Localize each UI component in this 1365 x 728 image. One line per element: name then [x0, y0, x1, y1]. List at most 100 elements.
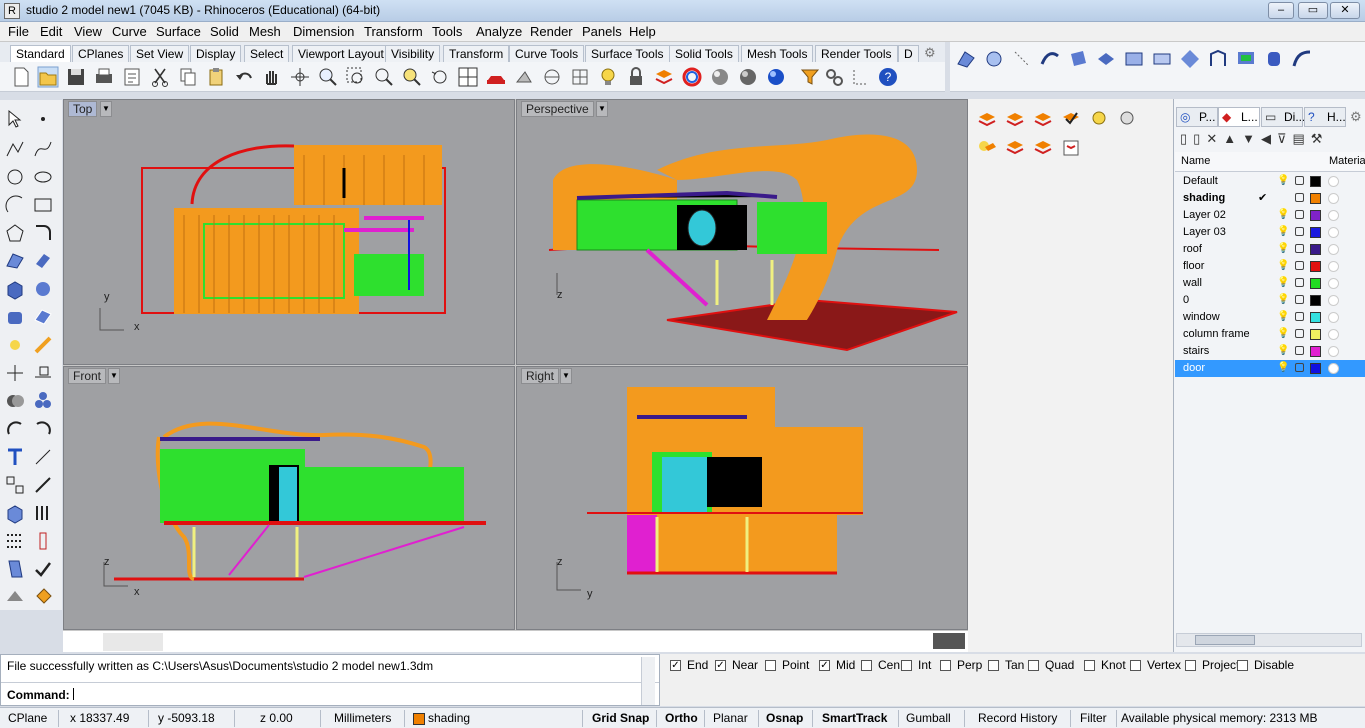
viewport-right[interactable]: z y Right ▼: [516, 366, 968, 630]
layer-lock-icon[interactable]: [1295, 346, 1304, 355]
layer-name[interactable]: door: [1183, 360, 1205, 376]
surface-tool-icon[interactable]: [955, 48, 977, 70]
tab-curve-tools[interactable]: Curve Tools: [509, 45, 585, 62]
new-sublayer-icon[interactable]: ▯: [1193, 131, 1206, 146]
material-editor-icon[interactable]: [976, 109, 998, 131]
menu-edit[interactable]: Edit: [40, 24, 62, 39]
save-icon[interactable]: [65, 66, 87, 88]
render-icon[interactable]: [765, 66, 787, 88]
blend-surface-icon[interactable]: [1207, 48, 1229, 70]
gumball-options-icon[interactable]: [850, 66, 872, 88]
light-icon[interactable]: [4, 334, 26, 356]
rendered-sphere-icon[interactable]: [737, 66, 759, 88]
rotate-view-icon[interactable]: [289, 66, 311, 88]
cplane-icon[interactable]: [541, 66, 563, 88]
layer-lock-icon[interactable]: [1295, 278, 1304, 287]
rhino-app-icon[interactable]: R: [4, 3, 20, 19]
menu-transform[interactable]: Transform: [364, 24, 423, 39]
status-cplane[interactable]: CPlane: [8, 711, 47, 725]
osnap-checkbox-vertex[interactable]: [1130, 660, 1141, 671]
select-arrow-icon[interactable]: [4, 108, 26, 130]
viewport-perspective-menu-arrow[interactable]: ▼: [596, 101, 608, 117]
layer-visibility-bulb-icon[interactable]: 💡: [1277, 360, 1289, 376]
viewport-title-perspective[interactable]: Perspective: [521, 101, 594, 117]
render-settings-icon[interactable]: [1060, 137, 1082, 159]
layer-name[interactable]: stairs: [1183, 343, 1209, 359]
block-icon[interactable]: [4, 502, 26, 524]
layer-row[interactable]: shading ✔: [1175, 190, 1365, 207]
four-viewports-icon[interactable]: [457, 66, 479, 88]
rotate-3d-icon[interactable]: [32, 418, 54, 440]
osnap-label-end[interactable]: End: [687, 658, 708, 672]
osnap-checkbox-disable[interactable]: [1237, 660, 1248, 671]
layer-visibility-bulb-icon[interactable]: 💡: [1277, 275, 1289, 291]
layer-name[interactable]: column frame: [1183, 326, 1250, 342]
layer-lock-icon[interactable]: [1295, 227, 1304, 236]
array-icon[interactable]: [32, 502, 54, 524]
layer-visibility-bulb-icon[interactable]: 💡: [1277, 224, 1289, 240]
material-library-icon[interactable]: [1032, 109, 1054, 131]
scrollbar-thumb[interactable]: [1195, 635, 1255, 645]
render-preview-sphere-icon[interactable]: [709, 66, 731, 88]
layer-name[interactable]: Layer 03: [1183, 224, 1226, 240]
curve-control-points-icon[interactable]: [32, 138, 54, 160]
osnap-checkbox-perp[interactable]: [940, 660, 951, 671]
zoom-selected-icon[interactable]: [401, 66, 423, 88]
layer-material-icon[interactable]: [1328, 363, 1339, 374]
osnap-checkbox-knot[interactable]: [1084, 660, 1095, 671]
viewport-title-front[interactable]: Front: [68, 368, 107, 384]
move-up-icon[interactable]: ▲: [1223, 131, 1242, 146]
tab-surface-tools[interactable]: Surface Tools: [585, 45, 670, 62]
grid-snap-icon[interactable]: [569, 66, 591, 88]
layout-icon[interactable]: [4, 558, 26, 580]
polyline-icon[interactable]: [4, 138, 26, 160]
osnap-checkbox-quad[interactable]: [1028, 660, 1039, 671]
layer-visibility-bulb-icon[interactable]: 💡: [1277, 258, 1289, 274]
print-icon[interactable]: [93, 66, 115, 88]
layer-name[interactable]: shading: [1183, 190, 1225, 206]
status-grid-snap[interactable]: Grid Snap: [592, 711, 649, 725]
layer-icon[interactable]: [653, 66, 675, 88]
viewport-perspective[interactable]: z Perspective ▼: [516, 99, 968, 365]
array-polar-icon[interactable]: [32, 530, 54, 552]
check-material-icon[interactable]: [1060, 109, 1082, 131]
tab-viewport-layout[interactable]: Viewport Layout: [292, 45, 390, 62]
status-current-layer[interactable]: shading: [428, 711, 470, 725]
tools-icon[interactable]: ▤: [1292, 131, 1310, 146]
paint-bucket-icon[interactable]: [32, 586, 54, 608]
rebuild-surface-icon[interactable]: [1235, 48, 1257, 70]
layer-color-swatch[interactable]: [1310, 295, 1321, 306]
layer-row[interactable]: wall 💡: [1175, 275, 1365, 292]
layer-lock-icon[interactable]: [1295, 261, 1304, 270]
viewport-top[interactable]: y x Top ▼: [63, 99, 515, 365]
layer-color-swatch[interactable]: [1310, 261, 1321, 272]
assign-material-icon[interactable]: [1004, 109, 1026, 131]
layer-lock-icon[interactable]: [1295, 363, 1304, 372]
status-planar[interactable]: Planar: [713, 711, 748, 725]
layer-name[interactable]: window: [1183, 309, 1220, 325]
osnap-label-knot[interactable]: Knot: [1101, 658, 1126, 672]
cut-icon[interactable]: [149, 66, 171, 88]
osnap-label-near[interactable]: Near: [732, 658, 758, 672]
tab-drafting[interactable]: D: [898, 45, 919, 62]
zoom-extents-icon[interactable]: [373, 66, 395, 88]
tab-standard[interactable]: Standard: [10, 45, 71, 62]
layer-lock-icon[interactable]: [1295, 295, 1304, 304]
environment-icon[interactable]: [976, 137, 998, 159]
fillet-tool-icon[interactable]: [1011, 48, 1033, 70]
command-scrollbar[interactable]: [641, 657, 655, 705]
maximize-button[interactable]: ▭: [1298, 2, 1328, 19]
tab-cplanes[interactable]: CPlanes: [72, 45, 130, 62]
osnap-label-mid[interactable]: Mid: [836, 658, 855, 672]
status-smarttrack[interactable]: SmartTrack: [822, 711, 887, 725]
viewport-layout-icon[interactable]: [933, 633, 965, 649]
layer-material-icon[interactable]: [1328, 193, 1339, 204]
array-grid-icon[interactable]: [4, 530, 26, 552]
layer-color-swatch[interactable]: [1310, 278, 1321, 289]
layer-visibility-bulb-icon[interactable]: 💡: [1277, 309, 1289, 325]
tab-visibility[interactable]: Visibility: [385, 45, 441, 62]
menu-file[interactable]: File: [8, 24, 29, 39]
layer-row[interactable]: stairs 💡: [1175, 343, 1365, 360]
viewport-right-menu-arrow[interactable]: ▼: [560, 368, 572, 384]
tab-display[interactable]: Display: [190, 45, 242, 62]
